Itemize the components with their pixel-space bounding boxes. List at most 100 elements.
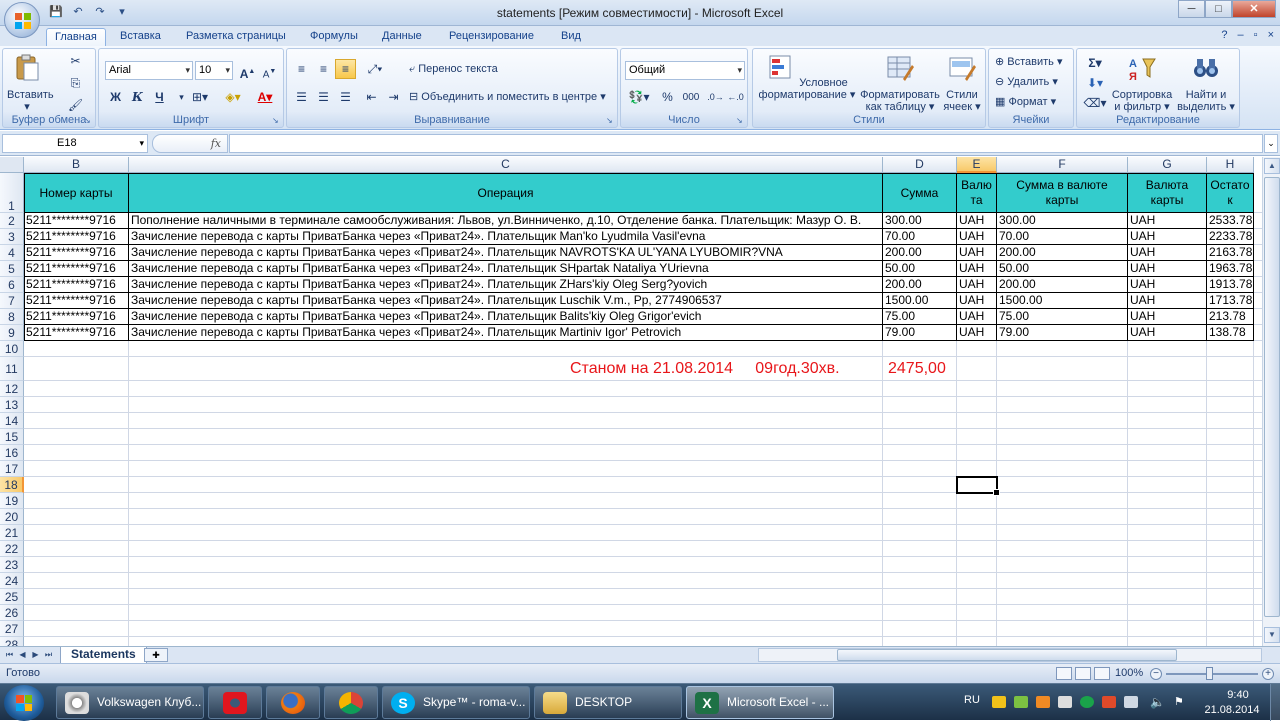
row-header-3[interactable]: 3 <box>0 229 24 245</box>
align-center-icon[interactable]: ☰ <box>313 87 334 107</box>
horizontal-scrollbar[interactable] <box>758 648 1262 662</box>
tray-flag-icon[interactable] <box>992 696 1006 708</box>
close-button[interactable]: ✕ <box>1232 0 1276 18</box>
cell-amount[interactable]: 79.00 <box>883 325 956 341</box>
format-as-table-button[interactable]: Форматировать как таблицу ▾ <box>859 53 941 113</box>
thousands-button[interactable]: 000 <box>679 87 703 107</box>
cell-amount[interactable]: 200.00 <box>883 277 956 293</box>
worksheet-grid[interactable]: B C D E F G H 1 2 3 4 5 6 7 8 9 10 11 12 13 14 15 16 17 18 19 20 21… <box>0 157 1262 646</box>
row-header-21[interactable]: 21 <box>0 525 24 541</box>
cell-amount[interactable]: 50.00 <box>883 261 956 277</box>
zoom-slider[interactable]: − + <box>1150 667 1274 680</box>
cell-operation[interactable]: Зачисление перевода с карты ПриватБанка … <box>129 293 882 309</box>
decrease-decimal-icon[interactable]: ←.0 <box>725 87 746 107</box>
cell-card-amount[interactable]: 300.00 <box>997 213 1127 229</box>
cell-balance[interactable]: 138.78 <box>1207 325 1253 341</box>
increase-decimal-icon[interactable]: .0→ <box>705 87 726 107</box>
column-header-c[interactable]: C <box>129 157 883 173</box>
column-header-h[interactable]: H <box>1207 157 1254 173</box>
cell-card-number[interactable]: 5211********9716 <box>24 261 128 277</box>
cell-card-currency[interactable]: UAH <box>1128 245 1206 261</box>
cell-currency[interactable]: UAH <box>957 309 996 325</box>
row-header-17[interactable]: 17 <box>0 461 24 477</box>
header-amount[interactable]: Сумма <box>883 173 957 213</box>
normal-view-icon[interactable] <box>1056 667 1072 680</box>
align-bottom-icon[interactable]: ≡ <box>335 59 356 79</box>
cell-currency[interactable]: UAH <box>957 293 996 309</box>
cell-operation[interactable]: Пополнение наличными в терминале самообс… <box>129 213 882 229</box>
tab-data[interactable]: Данные <box>374 28 430 46</box>
name-box[interactable]: E18 <box>2 134 148 153</box>
cell-card-currency[interactable]: UAH <box>1128 213 1206 229</box>
header-operation[interactable]: Операция <box>129 173 883 213</box>
expand-formula-icon[interactable]: ⌄ <box>1264 134 1278 153</box>
row-header-6[interactable]: 6 <box>0 277 24 293</box>
row-header-4[interactable]: 4 <box>0 245 24 261</box>
column-header-d[interactable]: D <box>883 157 957 173</box>
insert-cells-button[interactable]: ⊕ Вставить ▾ <box>995 53 1063 71</box>
action-center-icon[interactable]: ⚑ <box>1174 696 1188 708</box>
column-header-f[interactable]: F <box>997 157 1128 173</box>
page-break-view-icon[interactable] <box>1094 667 1110 680</box>
taskbar-item-chrome[interactable] <box>324 686 378 719</box>
cell-operation[interactable]: Зачисление перевода с карты ПриватБанка … <box>129 325 882 341</box>
cell-balance[interactable]: 2163.78 <box>1207 245 1253 261</box>
cell-card-number[interactable]: 5211********9716 <box>24 325 128 341</box>
fill-color-icon[interactable]: ◈▾ <box>219 87 247 107</box>
dialog-launcher-icon[interactable]: ↘ <box>84 116 93 125</box>
show-desktop-button[interactable] <box>1270 684 1280 721</box>
scroll-up-icon[interactable]: ▲ <box>1264 158 1280 174</box>
cell-operation[interactable]: Зачисление перевода с карты ПриватБанка … <box>129 277 882 293</box>
tray-app-icon[interactable] <box>1102 696 1116 708</box>
column-header-b[interactable]: B <box>24 157 129 173</box>
row-header-25[interactable]: 25 <box>0 589 24 605</box>
row-header-24[interactable]: 24 <box>0 573 24 589</box>
ribbon-minimize-icon[interactable]: – <box>1238 29 1244 41</box>
decrease-indent-icon[interactable]: ⇤ <box>361 87 382 107</box>
format-painter-icon[interactable]: 🖌 <box>65 95 86 115</box>
row-header-23[interactable]: 23 <box>0 557 24 573</box>
cell-balance[interactable]: 1963.78 <box>1207 261 1253 277</box>
autosum-icon[interactable]: Σ▾ <box>1081 53 1109 73</box>
cell-balance[interactable]: 2533.78 <box>1207 213 1253 229</box>
horizontal-scroll-thumb[interactable] <box>837 649 1177 661</box>
tab-page-layout[interactable]: Разметка страницы <box>178 28 294 46</box>
cell-card-number[interactable]: 5211********9716 <box>24 229 128 245</box>
row-header-8[interactable]: 8 <box>0 309 24 325</box>
cell-card-amount[interactable]: 200.00 <box>997 277 1127 293</box>
language-indicator[interactable]: RU <box>964 694 980 706</box>
dialog-launcher-icon[interactable]: ↘ <box>736 116 745 125</box>
cell-operation[interactable]: Зачисление перевода с карты ПриватБанка … <box>129 309 882 325</box>
row-header-11[interactable]: 11 <box>0 357 24 381</box>
cell-operation[interactable]: Зачисление перевода с карты ПриватБанка … <box>129 261 882 277</box>
conditional-formatting-button[interactable]: Условное форматирование ▾ <box>757 53 857 101</box>
cell-currency[interactable]: UAH <box>957 245 996 261</box>
row-header-22[interactable]: 22 <box>0 541 24 557</box>
italic-button[interactable]: К <box>127 87 148 107</box>
cell-card-amount[interactable]: 1500.00 <box>997 293 1127 309</box>
percent-button[interactable]: % <box>657 87 678 107</box>
grow-font-icon[interactable]: A▲ <box>237 61 258 81</box>
cell-card-amount[interactable]: 79.00 <box>997 325 1127 341</box>
row-header-20[interactable]: 20 <box>0 509 24 525</box>
dialog-launcher-icon[interactable]: ↘ <box>606 116 615 125</box>
cell-amount[interactable]: 70.00 <box>883 229 956 245</box>
maximize-button[interactable]: □ <box>1205 0 1232 18</box>
next-sheet-icon[interactable]: ▶ <box>30 648 41 662</box>
dialog-launcher-icon[interactable]: ↘ <box>272 116 281 125</box>
cell-card-number[interactable]: 5211********9716 <box>24 293 128 309</box>
number-format-select[interactable]: Общий <box>625 61 745 80</box>
orientation-icon[interactable]: ⤢▾ <box>361 59 389 79</box>
align-right-icon[interactable]: ☰ <box>335 87 356 107</box>
cell-amount[interactable]: 300.00 <box>883 213 956 229</box>
wrap-text-button[interactable]: ⤶ Перенос текста <box>409 60 498 78</box>
insert-sheet-icon[interactable]: ✚ <box>144 648 168 662</box>
ribbon-restore-icon[interactable]: ▫ <box>1254 29 1258 41</box>
tab-insert[interactable]: Вставка <box>112 28 169 46</box>
taskbar-item-excel[interactable]: X Microsoft Excel - ... <box>686 686 834 719</box>
prev-sheet-icon[interactable]: ◀ <box>17 648 28 662</box>
tray-app-icon[interactable] <box>1036 696 1050 708</box>
increase-indent-icon[interactable]: ⇥ <box>383 87 404 107</box>
cell-currency[interactable]: UAH <box>957 277 996 293</box>
underline-button[interactable]: Ч <box>149 87 170 107</box>
